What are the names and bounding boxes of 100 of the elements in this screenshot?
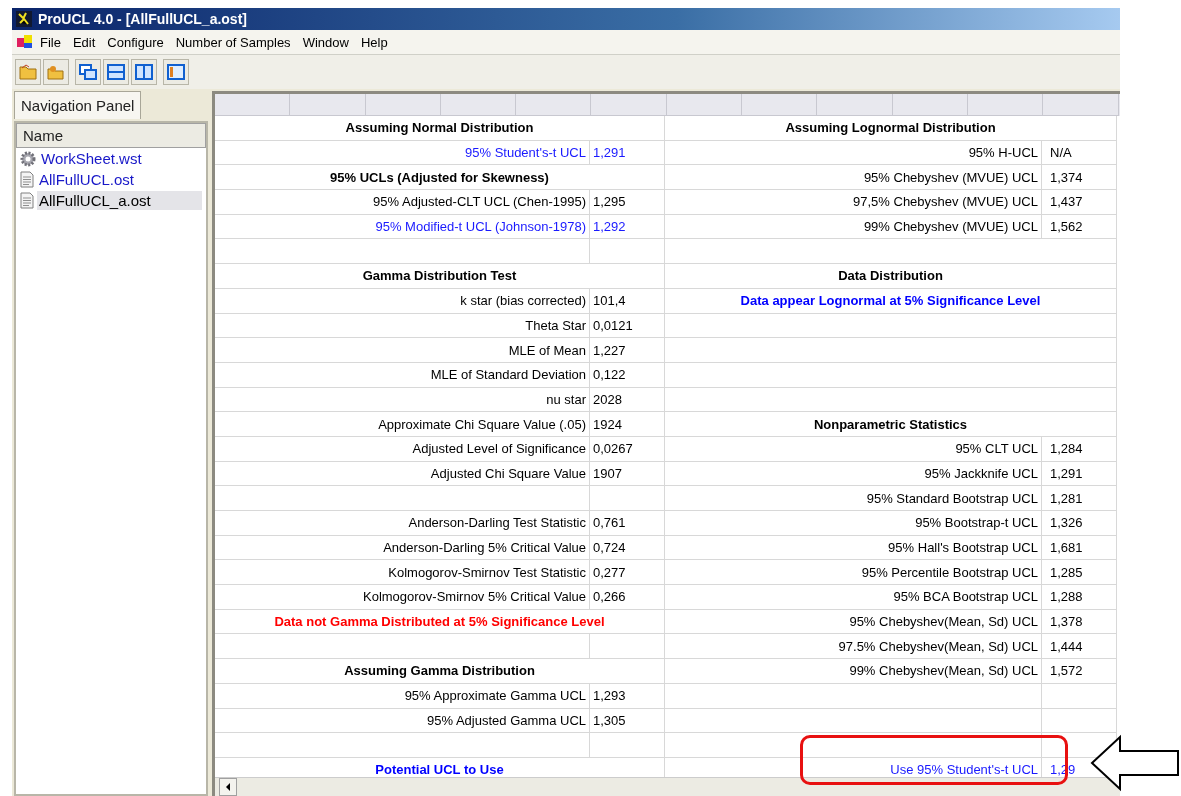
document-icon	[20, 171, 34, 188]
document-icon	[20, 192, 34, 209]
stat-label: 95% Adjusted Gamma UCL	[215, 708, 590, 734]
stat-label: 95% Chebyshev(Mean, Sd) UCL	[665, 609, 1042, 635]
stat-value: 1,681	[1042, 535, 1117, 561]
section-heading: Assuming Gamma Distribution	[215, 659, 665, 684]
menu-item[interactable]: File	[34, 32, 67, 52]
stat-label: nu star	[215, 387, 590, 413]
stat-label: Adjusted Level of Significance	[215, 436, 590, 462]
menu-item[interactable]: Number of Samples	[169, 32, 297, 52]
toolbar-button[interactable]	[103, 59, 129, 85]
section-heading: Data Distribution	[665, 264, 1117, 289]
column-header[interactable]	[516, 94, 592, 116]
stat-label: 99% Chebyshev (MVUE) UCL	[665, 214, 1042, 240]
column-header[interactable]	[967, 94, 1044, 116]
stat-value: 1,326	[1042, 511, 1117, 536]
column-header[interactable]	[817, 94, 893, 116]
result-message: Data appear Lognormal at 5% Significance Level	[665, 288, 1117, 314]
cascade-windows-icon	[79, 64, 97, 80]
left-arrow-icon	[225, 783, 231, 791]
stat-label: 95% Adjusted-CLT UCL (Chen-1995)	[215, 190, 590, 215]
stat-value: 1,291	[1042, 461, 1117, 487]
stat-label: 95% Student's-t UCL	[215, 140, 590, 166]
stat-label: Anderson-Darling Test Statistic	[215, 511, 590, 536]
menu-item[interactable]: Help	[354, 32, 394, 52]
stat-label: Kolmogorov-Smirnov 5% Critical Value	[215, 585, 590, 610]
column-header[interactable]	[215, 94, 291, 116]
stat-value: 1,292	[590, 214, 665, 240]
stat-value: 1,293	[590, 683, 665, 709]
toolbar-button[interactable]	[75, 59, 101, 85]
scroll-left-button[interactable]	[219, 778, 237, 796]
section-heading: Assuming Normal Distribution	[215, 116, 665, 141]
stat-value: 1,281	[1042, 486, 1117, 511]
stat-label: 95% Modified-t UCL (Johnson-1978)	[215, 214, 590, 240]
stat-value: 0,0267	[590, 436, 665, 462]
stat-label: Kolmogorov-Smirnov Test Statistic	[215, 560, 590, 586]
tile-vertical-icon	[135, 64, 153, 80]
navigation-entry[interactable]: AllFullUCL_a.ost	[37, 191, 202, 210]
stat-label: 97.5% Chebyshev(Mean, Sd) UCL	[665, 634, 1042, 660]
stat-label: 95% Approximate Gamma UCL	[215, 683, 590, 709]
stat-label: Theta Star	[215, 313, 590, 339]
column-header[interactable]	[591, 94, 667, 116]
stat-value: 1,291	[590, 140, 665, 166]
column-header[interactable]	[440, 94, 517, 116]
stat-value: 1,444	[1042, 634, 1117, 660]
stat-value: 1924	[590, 412, 665, 437]
stat-label: Anderson-Darling 5% Critical Value	[215, 535, 590, 561]
window-title: ProUCL 4.0 - [AllFullUCL_a.ost]	[38, 11, 247, 27]
stat-label: 95% Bootstrap-t UCL	[665, 511, 1042, 536]
column-header[interactable]	[666, 94, 743, 116]
stat-label: 95% Hall's Bootstrap UCL	[665, 535, 1042, 561]
column-header[interactable]	[892, 94, 968, 116]
column-header[interactable]: Name	[16, 123, 206, 148]
stat-value: 0,724	[590, 535, 665, 561]
toolbar-button[interactable]	[131, 59, 157, 85]
section-heading: Gamma Distribution Test	[215, 264, 665, 289]
stat-value: 1,285	[1042, 560, 1117, 586]
stat-value: 0,0121	[590, 313, 665, 339]
stat-value: 1,295	[590, 190, 665, 215]
stat-label: Approximate Chi Square Value (.05)	[215, 412, 590, 437]
stat-label: 99% Chebyshev(Mean, Sd) UCL	[665, 659, 1042, 684]
stat-label: MLE of Standard Deviation	[215, 362, 590, 388]
stat-label: 95% CLT UCL	[665, 436, 1042, 462]
stat-value: 1,374	[1042, 165, 1117, 191]
stat-label: 95% Chebyshev (MVUE) UCL	[665, 165, 1042, 191]
stat-label: MLE of Mean	[215, 338, 590, 363]
side-panel-icon	[167, 64, 185, 80]
result-message: Data not Gamma Distributed at 5% Significance Level	[215, 609, 665, 635]
column-header[interactable]	[290, 94, 366, 116]
toolbar-button[interactable]	[163, 59, 189, 85]
stat-value: N/A	[1042, 140, 1117, 166]
stat-value: 1,288	[1042, 585, 1117, 610]
navigation-tab[interactable]: Navigation Panel	[14, 91, 142, 119]
gear-icon	[20, 150, 36, 167]
folders-icon	[47, 64, 65, 80]
stat-value: 2028	[590, 387, 665, 413]
navigation-entry[interactable]: WorkSheet.wst	[39, 149, 144, 168]
column-header[interactable]	[742, 94, 818, 116]
stat-label: 95% Standard Bootstrap UCL	[665, 486, 1042, 511]
app-icon	[16, 11, 32, 27]
app-menu-icon[interactable]	[16, 34, 34, 50]
stat-value: 1,284	[1042, 436, 1117, 462]
navigation-entry[interactable]: AllFullUCL.ost	[37, 170, 137, 189]
menu-item[interactable]: Window	[296, 32, 355, 52]
stat-label: 97,5% Chebyshev (MVUE) UCL	[665, 190, 1042, 215]
stat-value: 1,227	[590, 338, 665, 363]
stat-label: Adjusted Chi Square Value	[215, 461, 590, 487]
folder-icon	[19, 64, 37, 80]
stat-value: 1,437	[1042, 190, 1117, 215]
stat-value: 0,761	[590, 511, 665, 536]
stat-label: 95% Percentile Bootstrap UCL	[665, 560, 1042, 586]
tile-horizontal-icon	[107, 64, 125, 80]
section-heading: Assuming Lognormal Distribution	[665, 116, 1117, 141]
stat-value: 0,277	[590, 560, 665, 586]
menu-item[interactable]: Configure	[101, 32, 170, 52]
column-header[interactable]	[1043, 94, 1119, 116]
stat-value: 1907	[590, 461, 665, 487]
column-header[interactable]	[365, 94, 441, 116]
stat-label: 95% BCA Bootstrap UCL	[665, 585, 1042, 610]
menu-item[interactable]: Edit	[66, 32, 102, 52]
